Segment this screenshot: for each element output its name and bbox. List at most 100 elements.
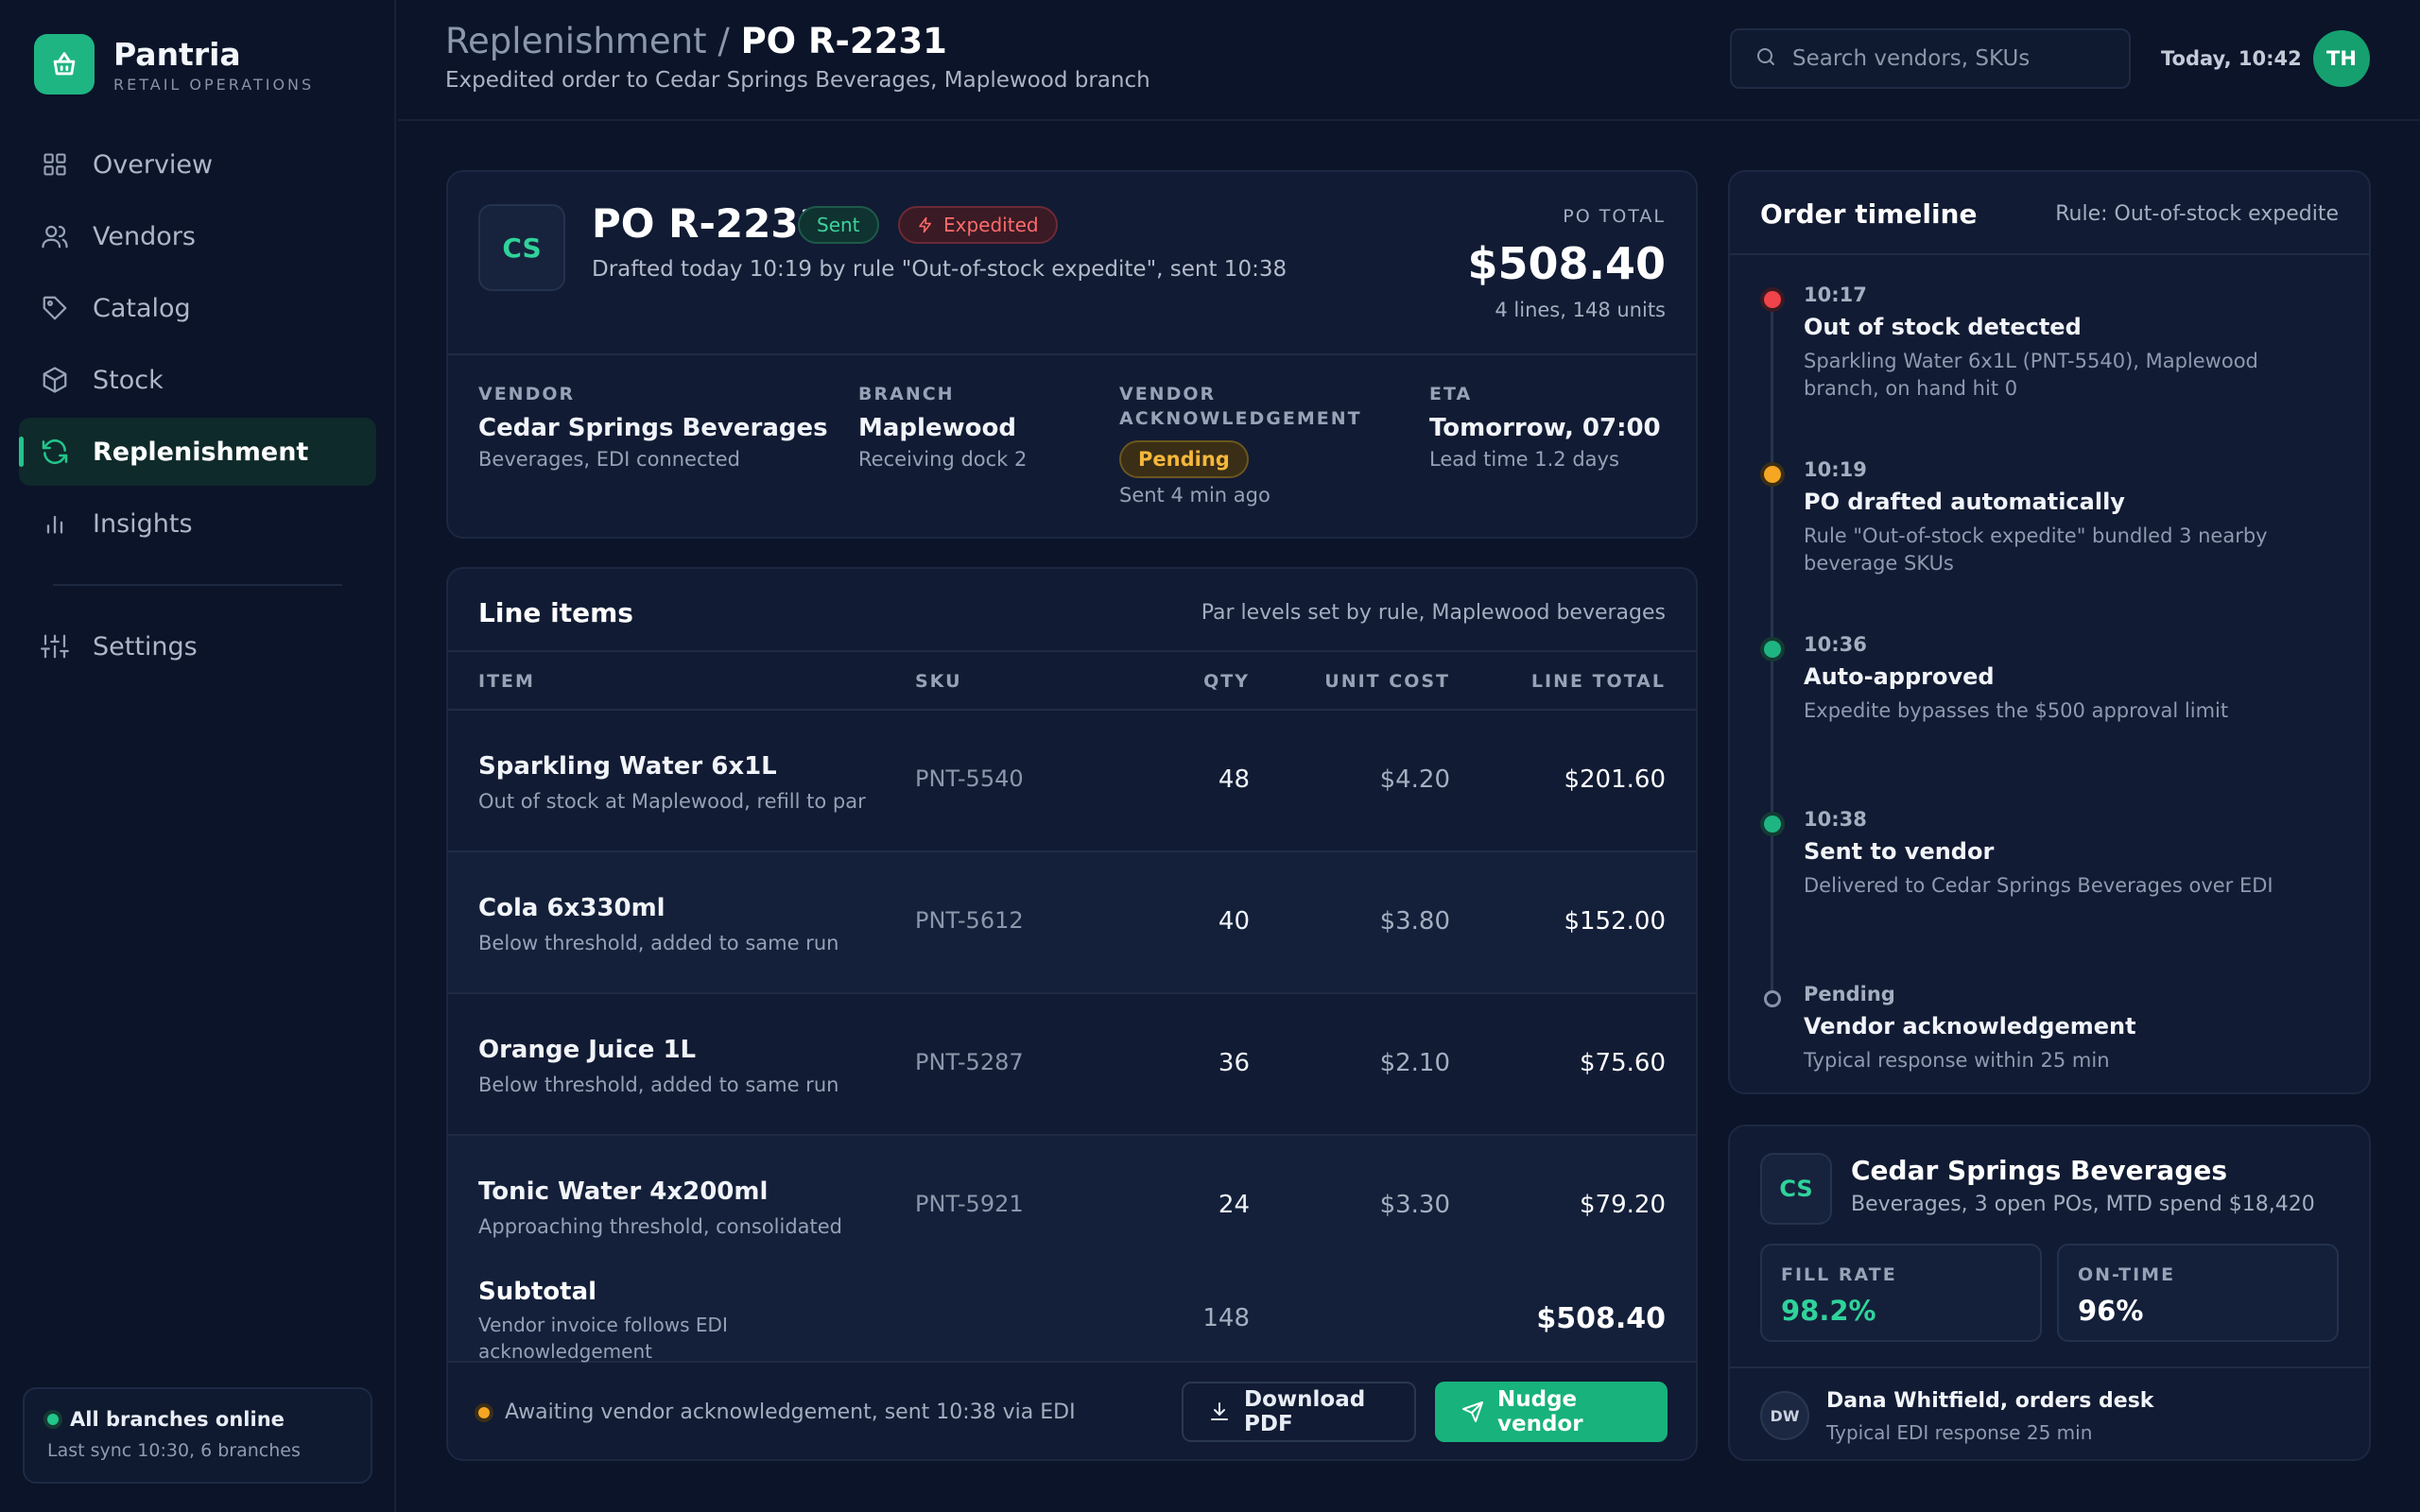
sidebar-item-label: Catalog	[93, 293, 191, 323]
timeline-dot	[1764, 466, 1781, 483]
item-name: Cola 6x330ml	[478, 894, 666, 922]
timeline-rule: Rule: Out-of-stock expedite	[2055, 202, 2339, 226]
status-badge-sent: Sent	[798, 206, 879, 244]
fill-rate-label: FILL RATE	[1781, 1264, 1897, 1285]
item-name: Tonic Water 4x200ml	[478, 1177, 769, 1206]
send-icon	[1461, 1400, 1484, 1423]
brand-name: Pantria	[113, 35, 241, 73]
on-time-value: 96%	[2078, 1295, 2144, 1327]
page-subtitle: Expedited order to Cedar Springs Beverag…	[445, 68, 1150, 93]
search-icon	[1754, 45, 1777, 72]
divider	[448, 353, 1696, 355]
vendor-badge: CS	[1760, 1153, 1832, 1225]
item-note: Approaching threshold, consolidated	[478, 1215, 843, 1238]
item-qty: 40	[1218, 907, 1250, 936]
status-title: All branches online	[70, 1408, 285, 1431]
users-icon	[40, 221, 70, 251]
item-qty: 24	[1218, 1191, 1250, 1219]
table-row[interactable]: Tonic Water 4x200ml Approaching threshol…	[448, 1136, 1696, 1278]
item-unit-cost: $4.20	[1379, 765, 1450, 794]
subtotal-row: Subtotal Vendor invoice follows EDI ackn…	[448, 1276, 1696, 1363]
subtotal-qty: 148	[1202, 1304, 1250, 1332]
timeline-title: Order timeline	[1760, 198, 1978, 230]
po-title: PO R-2231	[592, 200, 826, 247]
sync-status-card: All branches online Last sync 10:30, 6 b…	[23, 1387, 372, 1484]
item-line-total: $79.20	[1580, 1191, 1666, 1219]
subtotal-note: Vendor invoice follows EDI acknowledgeme…	[478, 1314, 728, 1363]
breadcrumb-parent[interactable]: Replenishment	[445, 21, 707, 61]
timeline-dot	[1764, 990, 1781, 1007]
event-desc: Typical response within 25 min	[1804, 1049, 2110, 1072]
contact-name[interactable]: Dana Whitfield, orders desk	[1826, 1389, 2153, 1413]
eta-sub: Lead time 1.2 days	[1429, 448, 1619, 471]
table-row[interactable]: Orange Juice 1L Below threshold, added t…	[448, 994, 1696, 1136]
item-line-total: $75.60	[1580, 1049, 1666, 1077]
column-header-item[interactable]: ITEM	[478, 671, 535, 692]
tag-icon	[40, 293, 70, 323]
download-pdf-button[interactable]: Download PDF	[1182, 1382, 1416, 1442]
sidebar-nav: Overview Vendors Catalog Stock Replenish…	[19, 130, 376, 684]
table-row[interactable]: Sparkling Water 6x1L Out of stock at Map…	[448, 711, 1696, 852]
vendor-name[interactable]: Cedar Springs Beverages	[1851, 1155, 2227, 1186]
event-time: 10:17	[1804, 284, 1867, 306]
vendor-sub: Beverages, EDI connected	[478, 448, 740, 471]
sidebar-item-insights[interactable]: Insights	[19, 490, 376, 558]
sidebar-item-catalog[interactable]: Catalog	[19, 274, 376, 342]
ack-meta: VENDOR ACKNOWLEDGEMENT Pending Sent 4 min…	[1119, 382, 1362, 507]
item-unit-cost: $3.80	[1379, 907, 1450, 936]
divider	[1730, 1366, 2369, 1368]
sidebar-item-vendors[interactable]: Vendors	[19, 202, 376, 270]
branch-meta: BRANCH Maplewood Receiving dock 2	[858, 382, 1027, 471]
line-items-title: Line items	[478, 597, 633, 628]
subtotal-label: Subtotal	[478, 1278, 597, 1306]
breadcrumb-current: PO R-2231	[740, 21, 947, 61]
item-sku: PNT-5540	[915, 765, 1024, 792]
vendor-value[interactable]: Cedar Springs Beverages	[478, 414, 828, 442]
contact-sub: Typical EDI response 25 min	[1826, 1421, 2093, 1444]
event-desc: Expedite bypasses the $500 approval limi…	[1804, 699, 2229, 722]
event-time: 10:36	[1804, 633, 1867, 656]
item-unit-cost: $2.10	[1379, 1049, 1450, 1077]
item-note: Out of stock at Maplewood, refill to par	[478, 790, 866, 813]
sidebar-item-label: Vendors	[93, 221, 196, 251]
po-summary-card: CS PO R-2231 Sent Expedited Drafted toda…	[446, 170, 1698, 539]
branch-label: BRANCH	[858, 384, 955, 404]
ack-label: VENDOR ACKNOWLEDGEMENT	[1119, 384, 1362, 429]
eta-label: ETA	[1429, 384, 1473, 404]
event-name: Out of stock detected	[1804, 314, 2082, 340]
breadcrumb: Replenishment / PO R-2231	[445, 21, 947, 61]
branch-value: Maplewood	[858, 414, 1016, 442]
po-total-label: PO TOTAL	[1563, 206, 1666, 227]
ack-waiting-message: Awaiting vendor acknowledgement, sent 10…	[478, 1400, 1076, 1424]
nudge-vendor-label: Nudge vendor	[1497, 1387, 1583, 1436]
timeline-header: Order timeline Rule: Out-of-stock expedi…	[1730, 172, 2369, 255]
item-name: Orange Juice 1L	[478, 1036, 697, 1064]
item-sku: PNT-5287	[915, 1049, 1024, 1075]
lightning-icon	[917, 216, 934, 233]
sidebar-item-overview[interactable]: Overview	[19, 130, 376, 198]
sidebar-item-settings[interactable]: Settings	[19, 612, 376, 680]
column-header-unit-cost[interactable]: UNIT COST	[1324, 671, 1450, 692]
search-input[interactable]	[1792, 46, 2114, 71]
search-box[interactable]	[1730, 28, 2131, 89]
table-row[interactable]: Cola 6x330ml Below threshold, added to s…	[448, 852, 1696, 994]
sidebar-item-stock[interactable]: Stock	[19, 346, 376, 414]
timeline-dot	[1764, 816, 1781, 833]
sidebar-item-label: Replenishment	[93, 437, 309, 467]
contact-avatar: DW	[1760, 1391, 1809, 1440]
nudge-vendor-button[interactable]: Nudge vendor	[1435, 1382, 1668, 1442]
event-time: Pending	[1804, 983, 1895, 1005]
column-header-sku[interactable]: SKU	[915, 671, 962, 692]
event-name: PO drafted automatically	[1804, 489, 2125, 515]
box-icon	[40, 365, 70, 395]
item-sku: PNT-5612	[915, 907, 1024, 934]
column-header-line-total[interactable]: LINE TOTAL	[1531, 671, 1666, 692]
brand[interactable]: Pantria RETAIL OPERATIONS	[34, 34, 314, 94]
user-avatar[interactable]: TH	[2313, 30, 2370, 87]
sidebar-item-replenishment[interactable]: Replenishment	[19, 418, 376, 486]
column-header-qty[interactable]: QTY	[1203, 671, 1250, 692]
item-name: Sparkling Water 6x1L	[478, 752, 777, 781]
item-sku: PNT-5921	[915, 1191, 1024, 1217]
sidebar-item-label: Insights	[93, 508, 193, 539]
timeline-dot	[1764, 641, 1781, 658]
